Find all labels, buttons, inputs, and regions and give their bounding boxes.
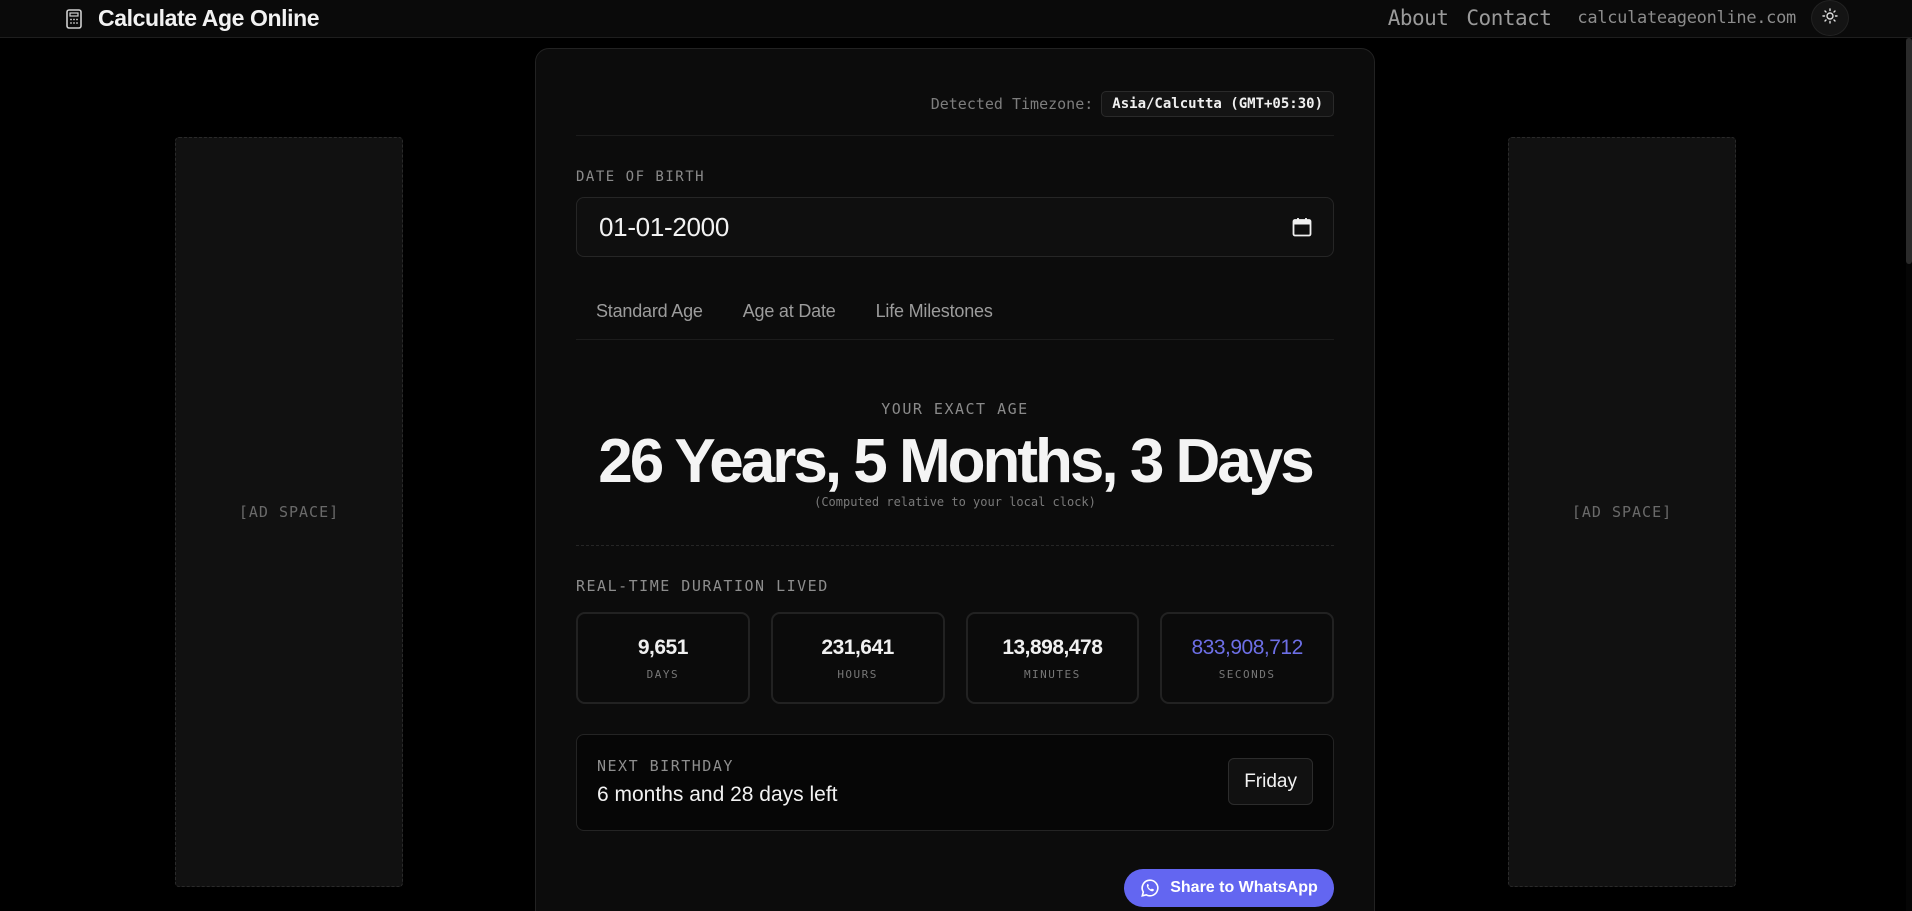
next-birthday-panel: NEXT BIRTHDAY 6 months and 28 days left … <box>576 734 1334 831</box>
share-whatsapp-button[interactable]: Share to WhatsApp <box>1124 869 1334 907</box>
stat-days: 9,651 DAYS <box>576 612 750 704</box>
stat-hours-value: 231,641 <box>821 635 894 659</box>
stat-minutes-label: MINUTES <box>1023 667 1081 681</box>
share-whatsapp-label: Share to WhatsApp <box>1170 879 1318 896</box>
divider <box>576 135 1334 136</box>
stat-seconds-label: SECONDS <box>1218 667 1276 681</box>
dob-label: DATE OF BIRTH <box>576 169 706 185</box>
next-birthday-label: NEXT BIRTHDAY <box>597 757 734 775</box>
page-scrollbar[interactable] <box>1906 38 1912 911</box>
nav-contact-link[interactable]: Contact <box>1466 6 1552 30</box>
timezone-badge: Asia/Calcutta (GMT+05:30) <box>1101 91 1334 117</box>
calculator-icon <box>64 8 84 30</box>
dob-date-input[interactable]: 01-01-2000 <box>576 197 1334 257</box>
age-calculator-card: Detected Timezone: Asia/Calcutta (GMT+05… <box>535 48 1375 911</box>
site-title: Calculate Age Online <box>98 5 320 31</box>
theme-toggle-button[interactable] <box>1811 0 1849 36</box>
sun-icon <box>1822 7 1838 29</box>
exact-age-note: (Computed relative to your local clock) <box>814 495 1096 509</box>
timezone-row: Detected Timezone: Asia/Calcutta (GMT+05… <box>576 90 1334 118</box>
stat-minutes-value: 13,898,478 <box>1002 635 1103 659</box>
domain-text[interactable]: calculateageonline.com <box>1577 8 1796 28</box>
tab-life-milestones[interactable]: Life Milestones <box>856 293 1013 329</box>
nav-about-link[interactable]: About <box>1388 6 1449 30</box>
stat-hours: 231,641 HOURS <box>770 612 945 704</box>
nav-links: About Contact calculateageonline.com <box>1388 6 1797 30</box>
stat-minutes: 13,898,478 MINUTES <box>965 612 1140 704</box>
tab-standard-age[interactable]: Standard Age <box>576 293 723 329</box>
timezone-label: Detected Timezone: <box>930 95 1094 113</box>
realtime-stats: 9,651 DAYS 231,641 HOURS 13,898,478 MINU… <box>576 612 1334 704</box>
stat-hours-label: HOURS <box>837 667 878 681</box>
brand[interactable]: Calculate Age Online <box>64 5 320 32</box>
stat-seconds-value: 833,908,712 <box>1191 635 1303 659</box>
ad-space-right: [AD SPACE] <box>1508 137 1736 887</box>
dob-value[interactable]: 01-01-2000 <box>599 212 729 243</box>
whatsapp-icon <box>1140 878 1160 898</box>
exact-age-label: YOUR EXACT AGE <box>881 400 1029 418</box>
realtime-label: REAL-TIME DURATION LIVED <box>576 577 829 595</box>
stat-days-label: DAYS <box>646 667 680 681</box>
next-birthday-countdown: 6 months and 28 days left <box>597 783 838 806</box>
ad-space-left: [AD SPACE] <box>175 137 403 887</box>
stat-days-value: 9,651 <box>637 635 689 659</box>
tab-age-at-date[interactable]: Age at Date <box>723 293 856 329</box>
dashed-divider <box>576 545 1334 546</box>
stat-seconds: 833,908,712 SECONDS <box>1160 612 1334 704</box>
next-birthday-weekday: Friday <box>1228 758 1313 805</box>
top-navbar: Calculate Age Online About Contact calcu… <box>0 0 1912 38</box>
mode-tabs: Standard Age Age at Date Life Milestones <box>576 293 1334 329</box>
calendar-icon[interactable] <box>1291 216 1313 238</box>
tabs-divider <box>576 339 1334 340</box>
scrollbar-thumb[interactable] <box>1906 38 1912 264</box>
exact-age-value: 26 Years, 5 Months, 3 Days <box>598 427 1315 496</box>
